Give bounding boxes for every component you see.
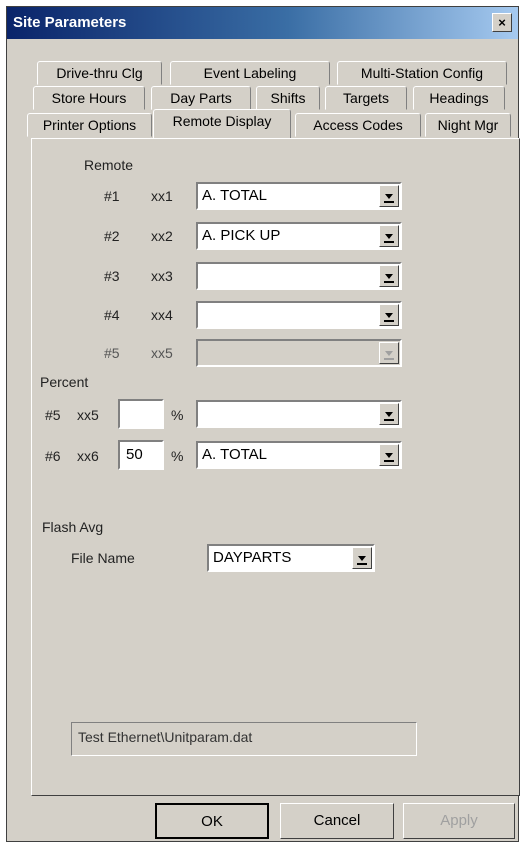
file-name-label: File Name bbox=[71, 550, 135, 566]
percent-6-select-value: A. TOTAL bbox=[202, 446, 268, 463]
remote-2-select[interactable]: A. PICK UP bbox=[196, 222, 402, 250]
remote-2-value: A. PICK UP bbox=[202, 227, 281, 244]
percent-6-value: 50 bbox=[126, 446, 143, 463]
remote-row-number: #1 bbox=[104, 188, 120, 204]
percent-6-select[interactable]: A. TOTAL bbox=[196, 441, 402, 469]
remote-section-label: Remote bbox=[84, 157, 134, 173]
percent-5-select[interactable] bbox=[196, 400, 402, 428]
percent-row-code: xx5 bbox=[77, 407, 99, 423]
chevron-down-icon bbox=[379, 342, 399, 364]
chevron-down-icon[interactable] bbox=[379, 185, 399, 207]
remote-row-code: xx1 bbox=[151, 188, 173, 204]
remote-row-code: xx2 bbox=[151, 228, 173, 244]
remote-5-select bbox=[196, 339, 402, 367]
remote-row-code: xx4 bbox=[151, 307, 173, 323]
chevron-down-icon[interactable] bbox=[379, 304, 399, 326]
apply-button: Apply bbox=[403, 803, 515, 839]
cancel-button[interactable]: Cancel bbox=[280, 803, 394, 839]
ok-button[interactable]: OK bbox=[155, 803, 269, 839]
remote-4-select[interactable] bbox=[196, 301, 402, 329]
remote-3-select[interactable] bbox=[196, 262, 402, 290]
remote-row-code: xx5 bbox=[151, 345, 173, 361]
percent-section-label: Percent bbox=[40, 374, 89, 390]
percent-row-number: #5 bbox=[45, 407, 61, 423]
percent-symbol: % bbox=[171, 448, 184, 464]
flash-avg-label: Flash Avg bbox=[42, 519, 104, 535]
percent-5-input[interactable] bbox=[118, 399, 164, 429]
remote-1-select[interactable]: A. TOTAL bbox=[196, 182, 402, 210]
remote-row-number: #4 bbox=[104, 307, 120, 323]
remote-row-number: #5 bbox=[104, 345, 120, 361]
percent-row-code: xx6 bbox=[77, 448, 99, 464]
remote-row-code: xx3 bbox=[151, 268, 173, 284]
percent-row-number: #6 bbox=[45, 448, 61, 464]
percent-symbol: % bbox=[171, 407, 184, 423]
chevron-down-icon[interactable] bbox=[379, 403, 399, 425]
file-name-select[interactable]: DAYPARTS bbox=[207, 544, 375, 572]
site-parameters-dialog: Site Parameters × Drive-thru Clg Event L… bbox=[6, 6, 520, 842]
chevron-down-icon[interactable] bbox=[379, 225, 399, 247]
chevron-down-icon[interactable] bbox=[379, 265, 399, 287]
percent-6-input[interactable]: 50 bbox=[118, 440, 164, 470]
file-name-value: DAYPARTS bbox=[213, 549, 292, 566]
chevron-down-icon[interactable] bbox=[352, 547, 372, 569]
file-path-text: Test Ethernet\Unitparam.dat bbox=[78, 729, 253, 745]
remote-row-number: #3 bbox=[104, 268, 120, 284]
remote-1-value: A. TOTAL bbox=[202, 187, 268, 204]
chevron-down-icon[interactable] bbox=[379, 444, 399, 466]
remote-row-number: #2 bbox=[104, 228, 120, 244]
file-path-display: Test Ethernet\Unitparam.dat bbox=[71, 722, 417, 756]
